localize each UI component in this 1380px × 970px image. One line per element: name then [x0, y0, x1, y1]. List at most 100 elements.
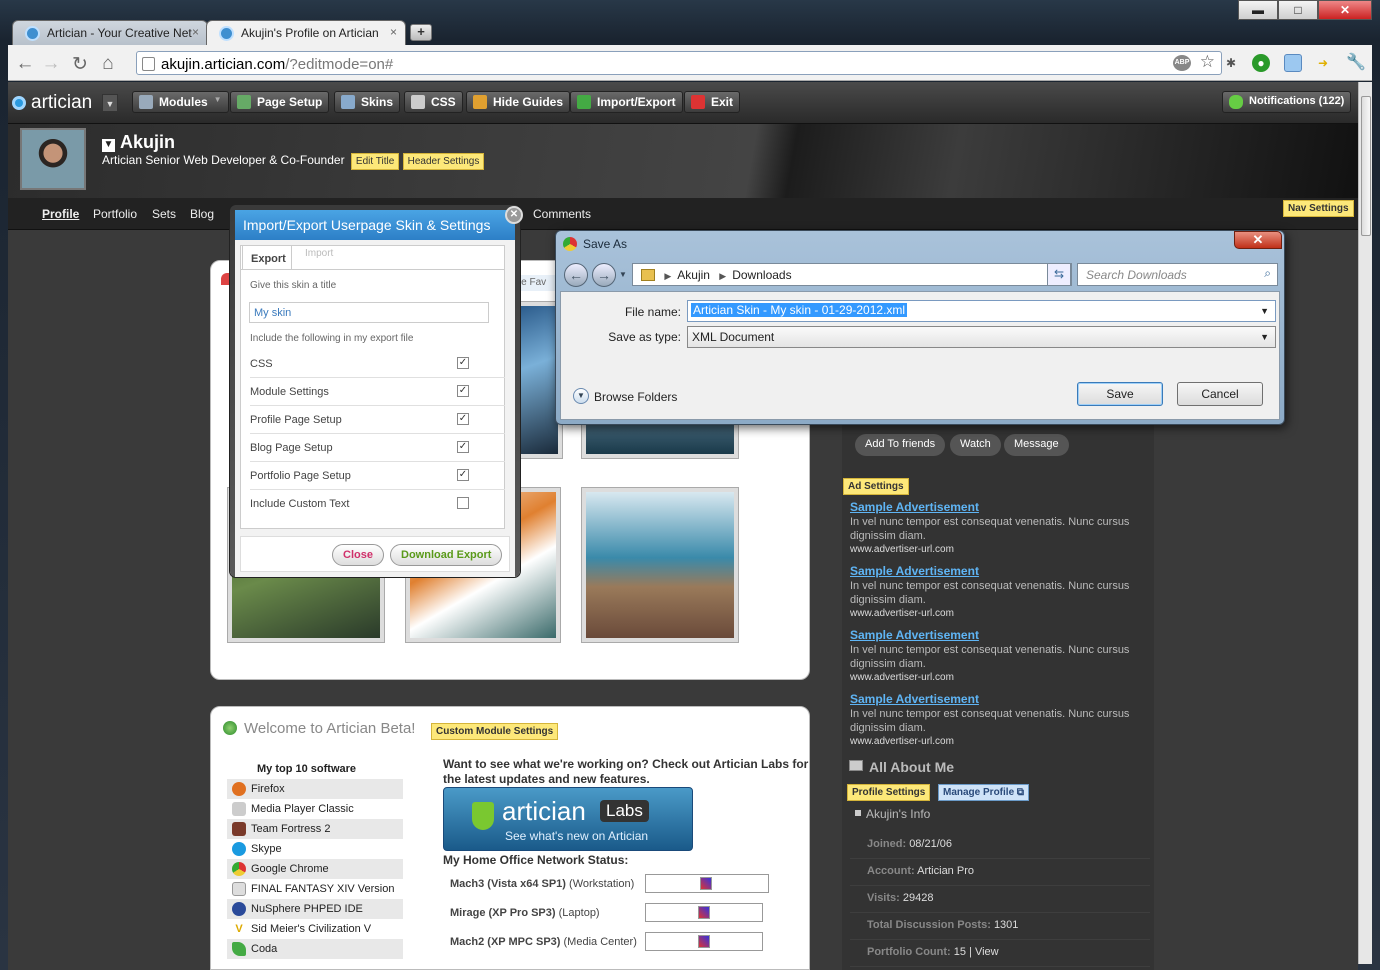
chevron-down-icon[interactable]: ▼ — [619, 270, 627, 279]
expand-icon[interactable]: ▼ — [573, 388, 589, 404]
portfolio-thumbnail[interactable] — [581, 487, 739, 643]
info-title: Akujin's Info — [866, 807, 931, 821]
download-export-button[interactable]: Download Export — [390, 544, 503, 566]
folder-path-bar[interactable]: ▶Akujin ▶Downloads ▼ — [632, 263, 1072, 286]
message-button[interactable]: Message — [1004, 434, 1069, 456]
add-to-friends-button[interactable]: Add To friends — [855, 434, 946, 456]
save-dialog-close-button[interactable]: ✕ — [1234, 231, 1282, 249]
tab-close-icon[interactable]: × — [192, 25, 199, 39]
subtitle-text: Artician Senior Web Developer & Co-Found… — [102, 153, 345, 167]
nav-portfolio[interactable]: Portfolio — [93, 207, 137, 221]
forward-icon[interactable]: → — [40, 53, 62, 75]
nav-sets[interactable]: Sets — [152, 207, 176, 221]
advertisement: Sample Advertisement In vel nunc tempor e… — [850, 500, 1146, 555]
import-export-button[interactable]: Import/Export — [570, 91, 683, 113]
checkbox[interactable]: ✓ — [457, 413, 469, 425]
collapse-icon[interactable]: ▼ — [102, 139, 115, 152]
scrollbar-thumb[interactable] — [1361, 96, 1371, 236]
ad-url: www.advertiser-url.com — [850, 608, 954, 619]
checkbox[interactable]: ✓ — [457, 441, 469, 453]
back-icon[interactable]: ← — [14, 53, 36, 75]
file-name-input[interactable]: Artician Skin - My skin - 01-29-2012.xml… — [687, 300, 1276, 322]
search-icon: ⌕ — [1264, 266, 1271, 280]
manage-profile-button[interactable]: Manage Profile ⧉ — [938, 784, 1030, 801]
extension-green-icon[interactable]: ● — [1252, 54, 1270, 72]
tab-import[interactable]: Import — [305, 248, 333, 259]
ad-title-link[interactable]: Sample Advertisement — [850, 628, 1146, 642]
adblock-icon[interactable]: ABP — [1173, 55, 1191, 71]
nav-comments[interactable]: Comments — [533, 207, 591, 221]
ad-title-link[interactable]: Sample Advertisement — [850, 692, 1146, 706]
address-bar[interactable]: akujin.artician.com/?editmode=on# ABP ☆ — [136, 51, 1222, 75]
chevron-down-icon[interactable]: ▼ — [1260, 306, 1269, 316]
skin-title-input[interactable]: My skin — [249, 302, 489, 323]
option-css: CSS ✓ — [250, 350, 505, 378]
path-segment[interactable]: Downloads — [732, 268, 791, 282]
ad-title-link[interactable]: Sample Advertisement — [850, 564, 1146, 578]
forward-icon[interactable]: → — [592, 263, 616, 287]
new-tab-button[interactable]: + — [410, 24, 432, 41]
checkbox[interactable]: ✓ — [457, 469, 469, 481]
custom-module-settings-button[interactable]: Custom Module Settings — [431, 723, 559, 740]
tab-close-icon[interactable]: × — [390, 25, 397, 39]
search-placeholder: Search Downloads — [1086, 268, 1187, 282]
coda-icon — [232, 942, 246, 956]
list-item: FINAL FANTASY XIV Version — [227, 879, 403, 899]
checkbox[interactable]: ✓ — [457, 357, 469, 369]
ad-description: In vel nunc tempor est consequat venenat… — [850, 516, 1130, 542]
bookmark-star-icon[interactable]: ☆ — [1200, 52, 1215, 72]
nav-blog[interactable]: Blog — [190, 207, 214, 221]
edit-title-button[interactable]: Edit Title — [350, 153, 400, 170]
extension-arrow-icon[interactable]: ➜ — [1314, 54, 1332, 72]
profile-nav: Profile Portfolio Sets Blog Comments Nav… — [8, 198, 1358, 230]
page-setup-button[interactable]: Page Setup — [230, 91, 330, 113]
tab-artician-home[interactable]: Artician - Your Creative Net × — [12, 20, 208, 46]
extension-bug-icon[interactable]: ✱ — [1222, 54, 1240, 72]
labs-banner[interactable]: artician Labs See what's new on Artician — [443, 787, 693, 851]
dialog-close-icon[interactable]: ✕ — [505, 206, 523, 224]
minimize-button[interactable]: ▬ — [1238, 0, 1278, 20]
back-icon[interactable]: ← — [564, 263, 588, 287]
browse-folders-link[interactable]: Browse Folders — [594, 390, 677, 404]
cancel-button[interactable]: Cancel — [1177, 382, 1263, 406]
css-button[interactable]: CSS — [404, 91, 463, 113]
path-segment[interactable]: Akujin — [677, 268, 710, 282]
save-button[interactable]: Save — [1077, 382, 1163, 406]
reload-icon[interactable]: ↻ — [69, 53, 91, 76]
tab-akujin-profile[interactable]: Akujin's Profile on Artician × — [206, 20, 406, 46]
list-item: Coda — [227, 939, 403, 959]
watch-button[interactable]: Watch — [950, 434, 1001, 456]
ad-title-link[interactable]: Sample Advertisement — [850, 500, 1146, 514]
info-key: Visits: — [867, 892, 900, 904]
tab-export[interactable]: Export — [242, 245, 292, 269]
window-close-button[interactable]: ✕ — [1318, 0, 1372, 20]
wrench-icon[interactable]: 🔧 — [1346, 54, 1366, 72]
close-button[interactable]: Close — [332, 544, 384, 566]
checkbox[interactable]: ✓ — [457, 385, 469, 397]
modules-button[interactable]: Modules ▼ — [132, 91, 229, 113]
file-name-value: Artician Skin - My skin - 01-29-2012.xml — [691, 303, 908, 317]
artician-logo[interactable]: artician — [12, 92, 92, 114]
labs-logo: artician — [502, 796, 586, 826]
exit-button[interactable]: Exit — [684, 91, 741, 113]
save-type-select[interactable]: XML Document ▼ — [687, 326, 1276, 348]
header-settings-button[interactable]: Header Settings — [402, 153, 485, 170]
skins-button[interactable]: Skins — [334, 91, 401, 113]
extension-page-icon[interactable] — [1284, 54, 1302, 72]
notifications-button[interactable]: Notifications (122) — [1222, 91, 1352, 113]
page-scrollbar[interactable] — [1358, 82, 1372, 964]
maximize-button[interactable]: □ — [1278, 0, 1318, 20]
profile-settings-button[interactable]: Profile Settings — [847, 784, 931, 801]
artician-menu-dropdown[interactable]: ▼ — [102, 94, 118, 112]
hide-guides-button[interactable]: Hide Guides — [466, 91, 571, 113]
option-label: Profile Page Setup — [250, 414, 342, 426]
nav-settings-button[interactable]: Nav Settings — [1283, 200, 1354, 217]
import-export-icon — [577, 95, 591, 109]
search-downloads-input[interactable]: Search Downloads ⌕ — [1077, 263, 1278, 286]
checkbox[interactable] — [457, 497, 469, 509]
ad-settings-button[interactable]: Ad Settings — [843, 478, 909, 495]
nav-profile[interactable]: Profile — [42, 207, 79, 221]
welcome-title: Welcome to Artician Beta! — [244, 720, 416, 737]
home-icon[interactable]: ⌂ — [97, 53, 119, 75]
refresh-icon[interactable]: ⇆ — [1047, 263, 1071, 286]
